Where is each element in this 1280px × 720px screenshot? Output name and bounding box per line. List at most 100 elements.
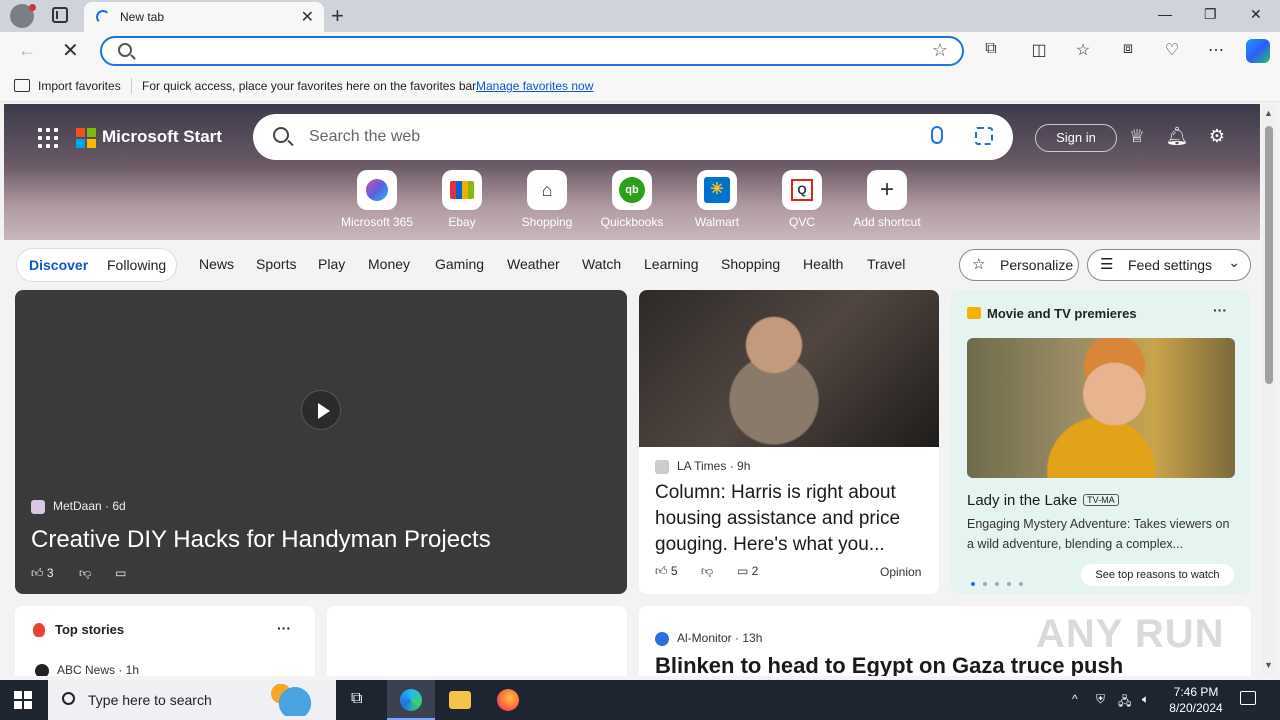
scroll-up-icon[interactable]: ▲ <box>1264 108 1273 118</box>
nav-sports[interactable]: Sports <box>256 256 296 272</box>
nav-gaming[interactable]: Gaming <box>435 256 484 272</box>
web-search-box[interactable]: Search the web <box>253 114 1013 160</box>
shortcut-label: QVC <box>788 215 815 229</box>
feed-settings-button[interactable]: ☰ Feed settings ⌄ <box>1087 249 1251 281</box>
like-button[interactable]: 👍︎ 3 <box>31 566 54 581</box>
shortcut-label: Add shortcut <box>853 215 921 229</box>
taskbar-file-explorer[interactable] <box>436 680 484 720</box>
favorite-star-icon[interactable]: ☆ <box>932 40 948 61</box>
edge-icon <box>400 689 422 711</box>
browser-essentials-icon[interactable]: ♡ <box>1161 40 1183 60</box>
windows-taskbar: Type here to search ⧉ ^ ⛨ 🖧︎ 🔈︎ 7:46 PM … <box>0 680 1280 720</box>
personalize-button[interactable]: ☆ Personalize <box>959 249 1079 281</box>
import-favorites-icon[interactable] <box>14 79 30 92</box>
scroll-down-icon[interactable]: ▼ <box>1264 660 1273 670</box>
comment-button[interactable]: ▭ 2 <box>737 564 758 578</box>
collections-icon[interactable]: ⧈ <box>1117 40 1139 58</box>
chevron-down-icon: ⌄ <box>1228 254 1240 270</box>
sliders-icon: ☰ <box>1100 256 1114 273</box>
tab-new-tab[interactable]: New tab ✕ <box>84 2 324 32</box>
dislike-icon[interactable]: 👎︎ <box>79 566 91 581</box>
taskbar-search-box[interactable]: Type here to search <box>48 680 336 720</box>
copilot-icon[interactable] <box>1246 39 1270 63</box>
dislike-icon[interactable]: 👎︎ <box>701 564 713 579</box>
split-screen-icon[interactable]: ◫ <box>1028 40 1050 60</box>
nav-weather[interactable]: Weather <box>507 256 560 272</box>
nav-play[interactable]: Play <box>318 256 345 272</box>
like-button[interactable]: 👍︎ 5 <box>655 564 678 579</box>
comment-icon[interactable]: ▭ <box>115 566 126 580</box>
taskbar-firefox[interactable] <box>484 680 532 720</box>
clapperboard-icon <box>967 307 981 319</box>
shortcut-qvc[interactable]: Q QVC <box>760 170 844 229</box>
address-bar[interactable]: ☆ <box>100 36 964 66</box>
shortcut-ebay[interactable]: Ebay <box>420 170 504 229</box>
windows-start-icon[interactable] <box>14 691 32 709</box>
security-icon[interactable]: ⛨ <box>1096 692 1105 707</box>
manage-favorites-link[interactable]: Manage favorites now <box>476 79 593 93</box>
play-icon[interactable] <box>301 390 341 430</box>
qvc-icon: Q <box>782 170 822 210</box>
carousel-pager[interactable] <box>971 573 1031 591</box>
more-options-icon[interactable]: ··· <box>1213 302 1227 318</box>
shortcut-add[interactable]: + Add shortcut <box>845 170 929 229</box>
article-photo <box>639 290 939 447</box>
taskbar-edge[interactable] <box>387 680 435 720</box>
close-tab-icon[interactable]: ✕ <box>301 7 314 27</box>
microphone-icon[interactable] <box>931 126 943 144</box>
page-settings-gear-icon[interactable]: ⚙ <box>1205 126 1229 147</box>
stop-loading-icon[interactable]: ✕ <box>62 38 79 63</box>
new-tab-button[interactable]: + <box>331 3 344 29</box>
video-card[interactable]: MetDaan · 6d Creative DIY Hacks for Hand… <box>15 290 627 594</box>
nav-travel[interactable]: Travel <box>867 256 905 272</box>
shortcut-walmart[interactable]: ✳ Walmart <box>675 170 759 229</box>
nav-shopping[interactable]: Shopping <box>721 256 780 272</box>
settings-more-icon[interactable]: ⋯ <box>1205 40 1227 60</box>
comment-count: 2 <box>751 564 759 578</box>
import-favorites-button[interactable]: Import favorites <box>38 79 121 93</box>
nav-learning[interactable]: Learning <box>644 256 699 272</box>
sign-in-button[interactable]: Sign in <box>1035 124 1117 152</box>
nav-money[interactable]: Money <box>368 256 410 272</box>
nav-watch[interactable]: Watch <box>582 256 621 272</box>
app-launcher-icon[interactable] <box>38 128 58 148</box>
back-icon[interactable]: ← <box>18 40 36 61</box>
show-hidden-icons-icon[interactable]: ^ <box>1072 692 1078 706</box>
card-title[interactable]: Creative DIY Hacks for Handyman Projects <box>31 526 491 554</box>
movie-title-row[interactable]: Lady in the Lake TV-MA <box>967 492 1119 509</box>
restore-icon[interactable]: ❐ <box>1204 6 1217 23</box>
shortcut-shopping[interactable]: ⌂ Shopping <box>505 170 589 229</box>
volume-icon[interactable]: 🔈︎ <box>1142 692 1149 707</box>
extensions-icon[interactable]: ⧉ <box>980 40 1002 58</box>
tab-following[interactable]: Following <box>107 257 166 273</box>
visual-search-icon[interactable] <box>975 127 993 145</box>
tab-actions-icon[interactable] <box>52 7 68 23</box>
news-card-latimes[interactable]: LA Times · 9h Column: Harris is right ab… <box>639 290 939 594</box>
shortcut-quickbooks[interactable]: qb Quickbooks <box>590 170 674 229</box>
action-center-icon[interactable] <box>1240 691 1256 705</box>
tab-discover[interactable]: Discover <box>29 257 88 273</box>
see-reasons-button[interactable]: See top reasons to watch <box>1081 564 1234 586</box>
shortcut-label: Shopping <box>521 215 573 229</box>
notifications-bell-icon[interactable]: 🔔︎ <box>1165 126 1189 147</box>
network-icon[interactable]: 🖧︎ <box>1118 692 1131 713</box>
favorites-icon[interactable]: ☆ <box>1072 40 1094 60</box>
close-window-icon[interactable]: ✕ <box>1250 6 1262 23</box>
card-title[interactable]: Column: Harris is right about housing as… <box>655 480 927 558</box>
movie-poster[interactable] <box>967 338 1235 478</box>
nav-health[interactable]: Health <box>803 256 843 272</box>
shortcut-microsoft-365[interactable]: Microsoft 365 <box>335 170 419 229</box>
rewards-icon[interactable]: ♕ <box>1125 126 1149 147</box>
page-scrollbar[interactable]: ▲ ▼ <box>1262 104 1276 676</box>
like-count: 5 <box>670 564 678 578</box>
search-icon <box>273 127 289 143</box>
task-view-button[interactable]: ⧉ <box>336 680 384 720</box>
system-clock[interactable]: 7:46 PM 8/20/2024 <box>1166 684 1226 716</box>
more-options-icon[interactable]: ··· <box>277 620 291 636</box>
card-source: MetDaan · 6d <box>31 499 126 514</box>
minimize-icon[interactable]: — <box>1158 6 1172 22</box>
nav-news[interactable]: News <box>199 256 234 272</box>
scrollbar-thumb[interactable] <box>1265 126 1273 384</box>
brand-title[interactable]: Microsoft Start <box>102 127 222 147</box>
movie-tv-premieres-card[interactable]: Movie and TV premieres ··· Lady in the L… <box>951 290 1251 594</box>
